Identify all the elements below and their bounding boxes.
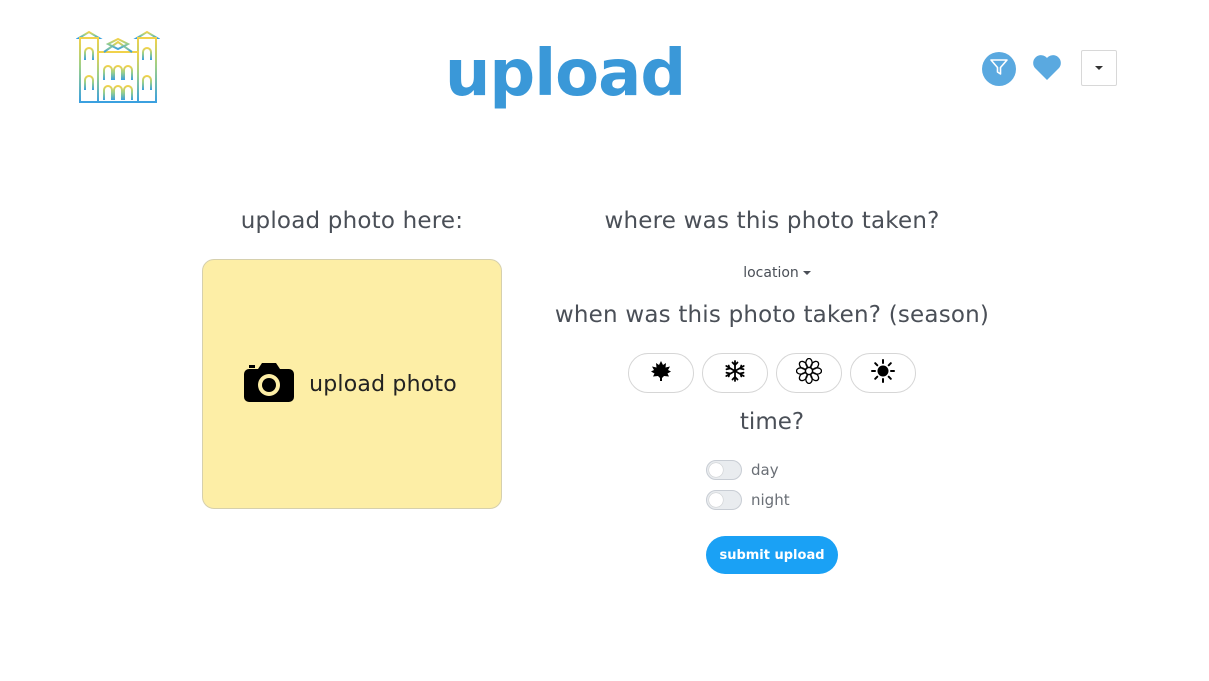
upload-photo-label: upload photo: [309, 371, 457, 397]
caret-down-icon: [1095, 66, 1103, 70]
menu-dropdown-button[interactable]: [1081, 50, 1117, 86]
sun-icon: [871, 358, 895, 388]
season-summer-button[interactable]: [850, 353, 916, 393]
location-dropdown-label: location: [743, 265, 799, 281]
caret-down-icon: [802, 271, 811, 275]
upload-photo-button[interactable]: upload photo: [202, 259, 502, 509]
day-toggle[interactable]: [706, 460, 742, 480]
toggle-knob: [709, 463, 723, 477]
upload-heading: upload photo here:: [240, 208, 464, 234]
filter-button[interactable]: [982, 52, 1016, 86]
flower-icon: [795, 357, 823, 389]
night-toggle[interactable]: [706, 490, 742, 510]
night-toggle-row[interactable]: night: [706, 490, 790, 510]
snowflake-icon: [724, 359, 746, 387]
submit-upload-button[interactable]: submit upload: [706, 536, 838, 574]
location-heading: where was this photo taken?: [604, 208, 940, 234]
heart-icon: [1032, 53, 1062, 85]
season-spring-button[interactable]: [776, 353, 842, 393]
leaf-icon: [650, 360, 672, 387]
page-title: upload: [444, 37, 686, 111]
season-options: [628, 353, 916, 393]
time-heading: time?: [739, 409, 805, 435]
season-winter-button[interactable]: [702, 353, 768, 393]
night-toggle-label: night: [751, 491, 790, 509]
day-toggle-label: day: [751, 461, 779, 479]
season-autumn-button[interactable]: [628, 353, 694, 393]
location-dropdown[interactable]: location: [720, 265, 834, 281]
season-heading: when was this photo taken? (season): [554, 302, 990, 328]
favorites-button[interactable]: [1030, 53, 1064, 85]
day-toggle-row[interactable]: day: [706, 460, 779, 480]
camera-icon: [243, 361, 295, 407]
toggle-knob: [709, 493, 723, 507]
filter-icon: [989, 57, 1009, 81]
